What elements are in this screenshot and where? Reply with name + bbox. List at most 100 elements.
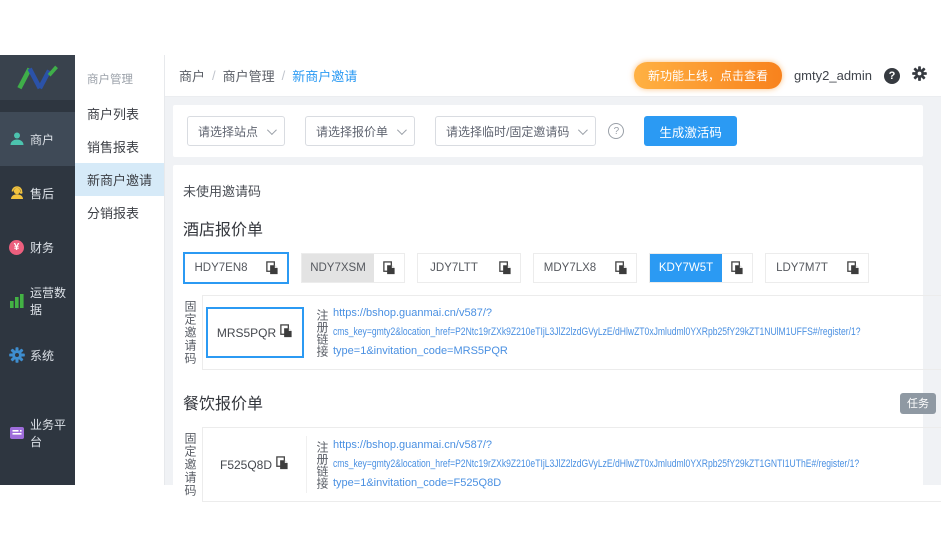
invite-code: MDY7LX8 (543, 262, 597, 274)
operations-chart-icon (8, 293, 25, 310)
sidebar-item-system[interactable]: 系统 (0, 328, 75, 382)
filter-help-icon[interactable]: ? (608, 123, 625, 139)
topbar: 商户 / 商户管理 / 新商户邀请 新功能上线，点击查看 gmty2_admin… (165, 55, 941, 97)
hotel-quote-title: 酒店报价单 (183, 222, 264, 239)
app-window: 商户 售后 ¥ 财务 运营数据 系统 业务平台 商户管理 商户列表 销售报表 新… (0, 55, 941, 518)
generate-activation-code-button[interactable]: 生成激活码 (644, 116, 737, 146)
sidebar-item-operations[interactable]: 运营数据 (0, 274, 75, 328)
system-gear-icon (8, 347, 25, 364)
register-link-line[interactable]: type=1&invitation_code=MRS5PQR (333, 342, 941, 361)
invitation-codes-card: 未使用邀请码 酒店报价单 HDY7EN8 NDY7XSM JDY7LTT MDY… (173, 165, 941, 518)
copy-icon[interactable] (490, 254, 520, 282)
register-link-line[interactable]: cms_key=gmty2&location_href=P2Ntc19rZXk9… (333, 323, 861, 342)
submenu-item-new-merchant-invite[interactable]: 新商户邀请 (75, 163, 164, 196)
new-feature-notice-badge[interactable]: 新功能上线，点击查看 (633, 62, 782, 89)
copy-icon[interactable] (257, 254, 287, 282)
invite-code-chips: HDY7EN8 NDY7XSM JDY7LTT MDY7LX8 KDY7W5T … (183, 252, 919, 284)
topbar-right: 新功能上线，点击查看 gmty2_admin ? (633, 62, 927, 89)
copy-icon[interactable] (374, 254, 404, 282)
invite-type-select[interactable]: 请选择临时/固定邀请码 (435, 116, 597, 146)
invite-code: JDY7LTT (430, 262, 478, 274)
submenu-item-sales-report[interactable]: 销售报表 (75, 130, 164, 163)
sidebar-item-label: 售后 (30, 186, 55, 201)
fixed-invite-box: MRS5PQR 注册链接 https://bshop.guanmai.cn/v5… (202, 295, 941, 370)
register-link-line[interactable]: cms_key=gmty2&location_href=P2Ntc19rZXk9… (333, 455, 859, 474)
register-link[interactable]: https://bshop.guanmai.cn/v587/? cms_key=… (333, 436, 941, 493)
primary-nav: 商户 售后 ¥ 财务 运营数据 系统 业务平台 (0, 100, 75, 460)
register-link[interactable]: https://bshop.guanmai.cn/v587/? cms_key=… (333, 304, 941, 361)
unused-codes-title: 未使用邀请码 (183, 184, 262, 199)
invite-code: HDY7EN8 (194, 262, 248, 274)
task-drawer-tag[interactable]: 任务 (900, 393, 936, 414)
secondary-sidebar: 商户管理 商户列表 销售报表 新商户邀请 分销报表 (75, 55, 165, 485)
invite-code-chip[interactable]: NDY7XSM (301, 253, 405, 283)
invite-code: NDY7XSM (302, 254, 374, 282)
code-cell: F525Q8D (203, 436, 307, 493)
invite-code: KDY7W5T (650, 254, 722, 282)
fixed-invite-row-hotel: 固定邀请码 MRS5PQR 注册链接 https://bshop.guanmai… (183, 295, 941, 370)
invite-code-chip[interactable]: JDY7LTT (417, 253, 521, 283)
filter-bar: 请选择站点 请选择报价单 请选择临时/固定邀请码 ? 生成激活码 (173, 105, 923, 157)
logo[interactable] (0, 55, 75, 100)
content-area: 请选择站点 请选择报价单 请选择临时/固定邀请码 ? 生成激活码 未使用邀请码 … (165, 97, 941, 518)
breadcrumb-current-page: 新商户邀请 (292, 69, 358, 84)
invite-code-chip[interactable]: KDY7W5T (649, 253, 753, 283)
page: 商户 售后 ¥ 财务 运营数据 系统 业务平台 商户管理 商户列表 销售报表 新… (0, 0, 941, 541)
quote-select[interactable]: 请选择报价单 (305, 116, 416, 146)
sidebar-item-label: 财务 (30, 240, 55, 255)
sidebar-item-label: 业务平台 (30, 418, 67, 449)
business-platform-icon (8, 425, 25, 442)
copy-icon[interactable] (722, 254, 752, 282)
chevron-down-icon (578, 124, 589, 135)
fixed-code-label: 固定邀请码 (183, 432, 197, 497)
catering-quote-title: 餐饮报价单 (183, 396, 264, 413)
register-link-label: 注册链接 (315, 308, 329, 357)
yen-glyph: ¥ (13, 241, 20, 253)
breadcrumb-separator: / (212, 68, 216, 83)
fixed-invite-code: F525Q8D (219, 457, 273, 472)
invite-code-chip[interactable]: MDY7LX8 (533, 253, 637, 283)
code-cell: MRS5PQR (203, 304, 307, 361)
chevron-down-icon (266, 124, 277, 135)
copy-icon[interactable] (838, 254, 868, 282)
sidebar-item-business-platform[interactable]: 业务平台 (0, 406, 75, 460)
quote-select-value: 请选择报价单 (316, 124, 389, 139)
help-glyph: ? (888, 69, 896, 82)
site-select-value: 请选择站点 (198, 124, 259, 139)
breadcrumb-merchant-management[interactable]: 商户管理 (223, 66, 275, 85)
breadcrumb-separator: / (281, 68, 286, 83)
invite-code-chip[interactable]: LDY7M7T (765, 253, 869, 283)
help-icon[interactable]: ? (884, 67, 900, 84)
breadcrumb-merchant[interactable]: 商户 (179, 66, 205, 85)
register-link-line[interactable]: https://bshop.guanmai.cn/v587/? (333, 436, 941, 455)
help-glyph: ? (613, 125, 620, 137)
sidebar-item-aftersales[interactable]: 售后 (0, 166, 75, 220)
breadcrumb: 商户 / 商户管理 / 新商户邀请 (179, 66, 357, 85)
register-link-label: 注册链接 (315, 440, 329, 489)
fixed-code-label: 固定邀请码 (183, 300, 197, 365)
chevron-down-icon (396, 124, 407, 135)
register-link-line[interactable]: type=1&invitation_code=F525Q8D (333, 474, 941, 493)
settings-gear-icon[interactable] (912, 65, 927, 86)
submenu-header: 商户管理 (87, 74, 133, 86)
fixed-invite-box: F525Q8D 注册链接 https://bshop.guanmai.cn/v5… (202, 427, 941, 502)
fixed-code-box[interactable]: F525Q8D (220, 456, 289, 473)
sidebar-item-finance[interactable]: ¥ 财务 (0, 220, 75, 274)
copy-icon[interactable] (275, 456, 289, 473)
submenu-item-merchant-list[interactable]: 商户列表 (75, 97, 164, 130)
sidebar-item-label: 商户 (30, 132, 55, 147)
sidebar-item-label: 运营数据 (30, 286, 67, 317)
primary-sidebar: 商户 售后 ¥ 财务 运营数据 系统 业务平台 (0, 55, 75, 485)
selected-code-box[interactable]: MRS5PQR (206, 307, 304, 358)
register-link-line[interactable]: https://bshop.guanmai.cn/v587/? (333, 304, 941, 323)
sidebar-item-label: 系统 (30, 348, 55, 363)
submenu-item-distribution-report[interactable]: 分销报表 (75, 196, 164, 229)
sidebar-item-merchant[interactable]: 商户 (0, 112, 75, 166)
copy-icon[interactable] (606, 254, 636, 282)
site-select[interactable]: 请选择站点 (187, 116, 286, 146)
copy-icon[interactable] (279, 324, 293, 341)
fixed-invite-code: MRS5PQR (216, 325, 277, 340)
fixed-invite-row-catering: 固定邀请码 F525Q8D 注册链接 https://bshop.guanmai… (183, 427, 941, 502)
username[interactable]: gmty2_admin (794, 68, 872, 83)
invite-code-chip[interactable]: HDY7EN8 (183, 252, 289, 284)
